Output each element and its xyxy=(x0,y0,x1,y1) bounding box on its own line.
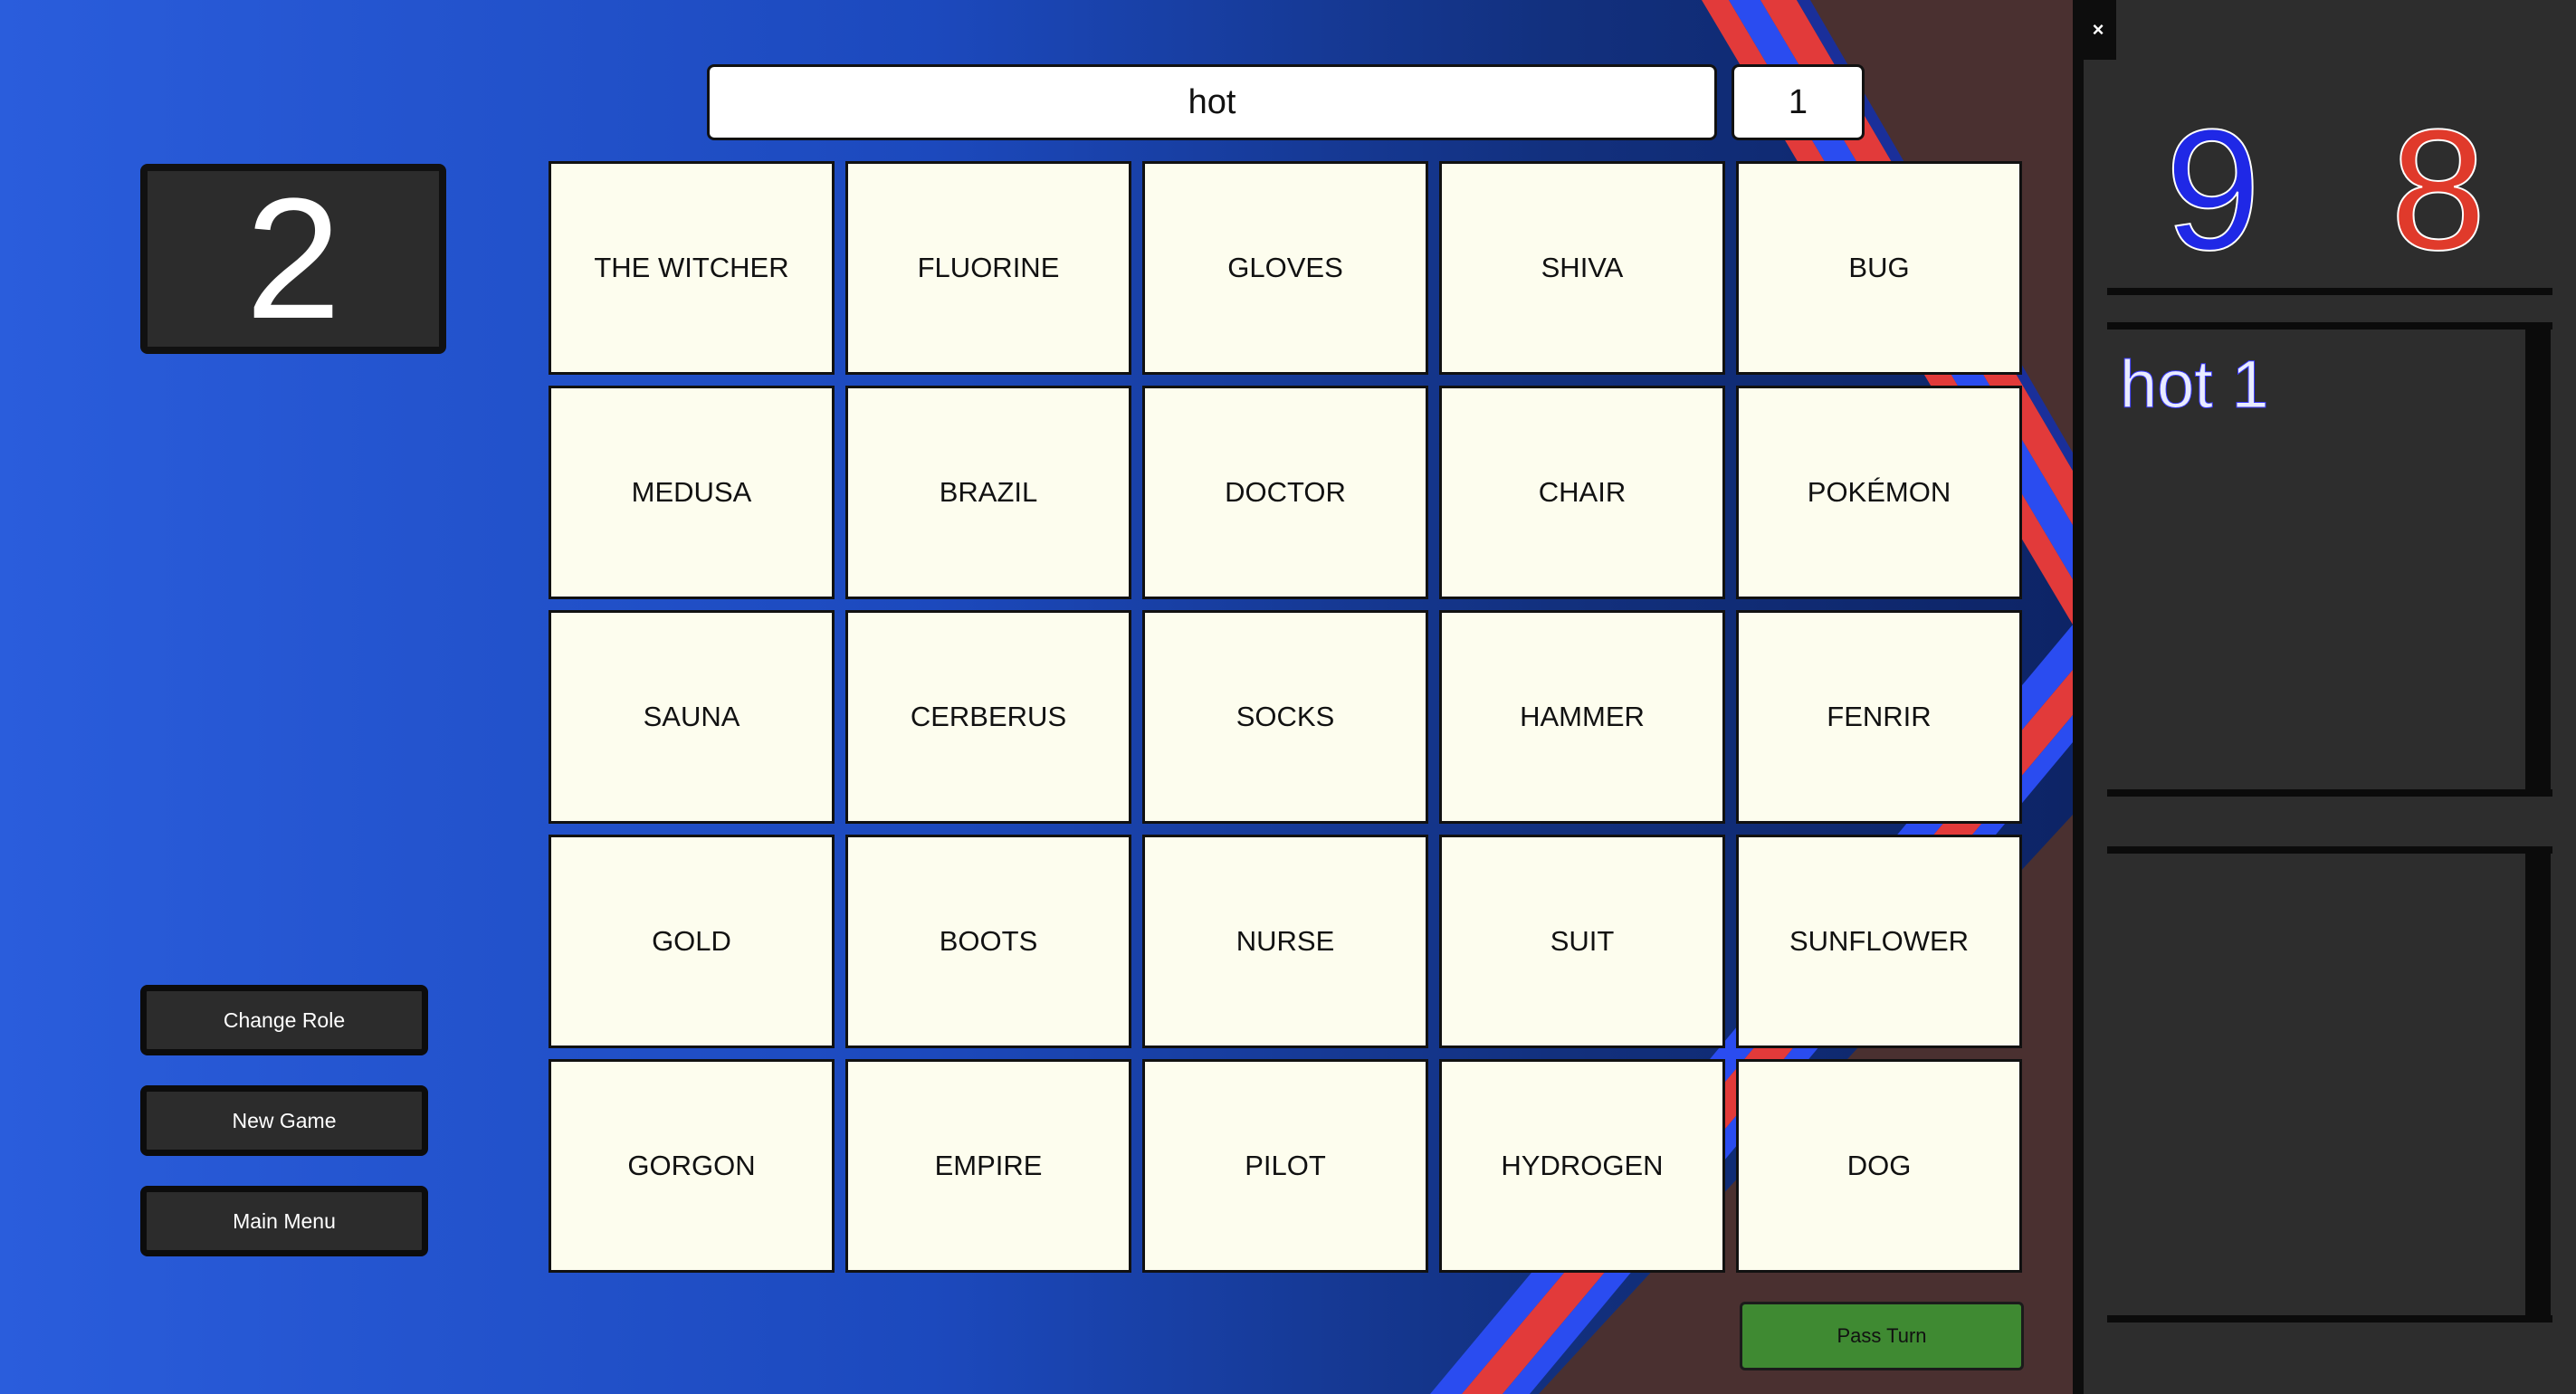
close-panel-button[interactable]: × xyxy=(2080,0,2116,60)
pass-turn-button[interactable]: Pass Turn xyxy=(1740,1302,2024,1370)
word-card[interactable]: BRAZIL xyxy=(845,386,1131,599)
side-panel-border xyxy=(2073,0,2084,1394)
clue-log-entry: hot 1 xyxy=(2120,347,2270,423)
word-card[interactable]: SUIT xyxy=(1439,835,1725,1048)
word-card[interactable]: GORGON xyxy=(549,1059,835,1273)
secondary-log-area xyxy=(2107,858,2552,1315)
log-top-border xyxy=(2107,322,2552,329)
word-card[interactable]: SAUNA xyxy=(549,610,835,824)
word-card[interactable]: FENRIR xyxy=(1736,610,2022,824)
log2-bottom-border xyxy=(2107,1315,2552,1322)
word-card[interactable]: MEDUSA xyxy=(549,386,835,599)
word-card[interactable]: GLOVES xyxy=(1142,161,1428,375)
word-card[interactable]: SOCKS xyxy=(1142,610,1428,824)
change-role-button[interactable]: Change Role xyxy=(140,985,428,1055)
word-card[interactable]: PILOT xyxy=(1142,1059,1428,1273)
word-card[interactable]: DOCTOR xyxy=(1142,386,1428,599)
word-card[interactable]: HYDROGEN xyxy=(1439,1059,1725,1273)
word-card[interactable]: NURSE xyxy=(1142,835,1428,1048)
game-screen: hot 1 2 Change Role New Game Main Menu T… xyxy=(0,0,2576,1394)
word-card[interactable]: GOLD xyxy=(549,835,835,1048)
blue-team-score: 9 xyxy=(2164,94,2262,286)
word-card[interactable]: SUNFLOWER xyxy=(1736,835,2022,1048)
new-game-button[interactable]: New Game xyxy=(140,1085,428,1156)
log2-top-border xyxy=(2107,846,2552,854)
score-divider xyxy=(2107,288,2552,295)
clue-number-display: 1 xyxy=(1732,64,1865,140)
word-card[interactable]: THE WITCHER xyxy=(549,161,835,375)
word-card[interactable]: POKÉMON xyxy=(1736,386,2022,599)
word-card[interactable]: FLUORINE xyxy=(845,161,1131,375)
log-bottom-border xyxy=(2107,789,2552,797)
word-card[interactable]: CHAIR xyxy=(1439,386,1725,599)
word-card[interactable]: DOG xyxy=(1736,1059,2022,1273)
red-team-score: 8 xyxy=(2390,94,2487,286)
word-card[interactable]: BUG xyxy=(1736,161,2022,375)
log-scrollbar[interactable] xyxy=(2525,328,2551,789)
word-card[interactable]: BOOTS xyxy=(845,835,1131,1048)
word-card[interactable]: CERBERUS xyxy=(845,610,1131,824)
word-card[interactable]: SHIVA xyxy=(1439,161,1725,375)
main-menu-button[interactable]: Main Menu xyxy=(140,1186,428,1256)
word-card-grid: THE WITCHER FLUORINE GLOVES SHIVA BUG ME… xyxy=(549,161,2024,1276)
log2-scrollbar[interactable] xyxy=(2525,854,2551,1315)
word-card[interactable]: EMPIRE xyxy=(845,1059,1131,1273)
clue-word-display: hot xyxy=(707,64,1717,140)
word-card[interactable]: HAMMER xyxy=(1439,610,1725,824)
guesses-remaining-counter: 2 xyxy=(140,164,446,354)
